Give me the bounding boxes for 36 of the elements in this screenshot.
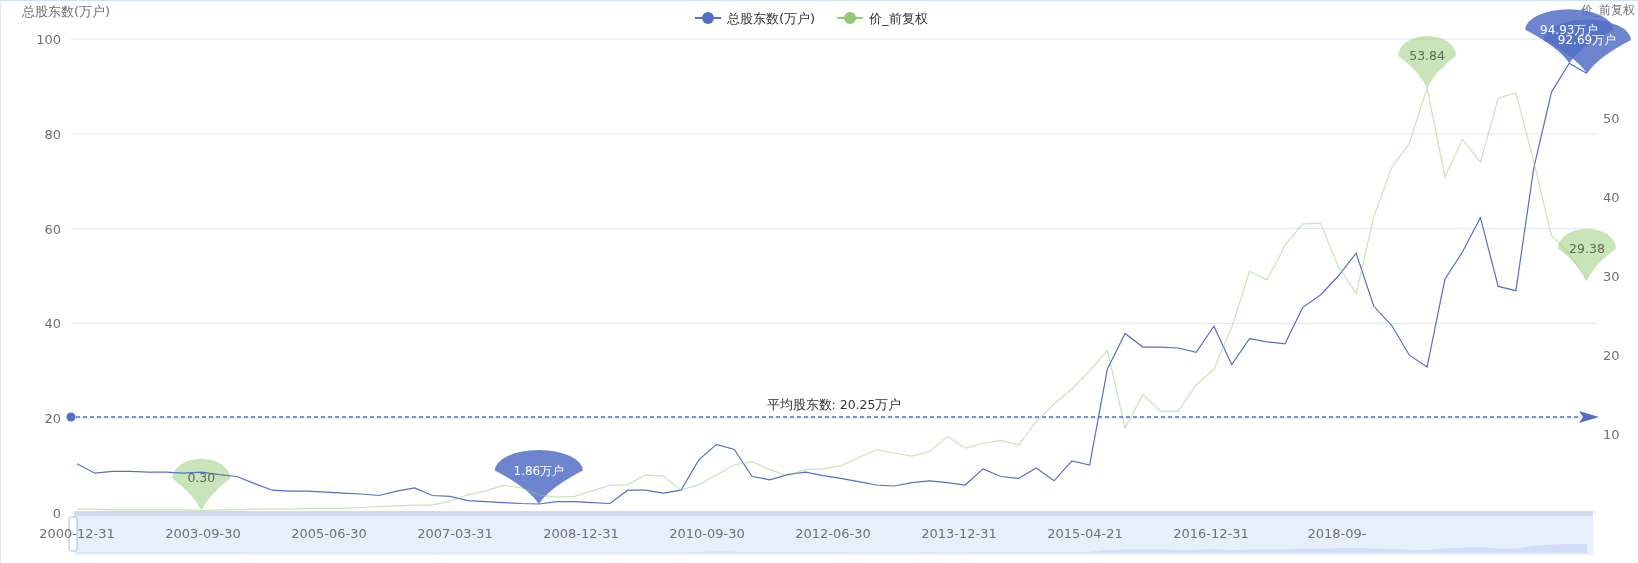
- axis-tick-label: 80: [44, 126, 61, 142]
- legend-line-icon[interactable]: [836, 12, 864, 24]
- axis-tick-label: 20: [44, 411, 61, 427]
- axis-tick-label: 2008-12-31: [543, 526, 619, 541]
- pin-marker: [1398, 36, 1457, 88]
- axis-tick-label: 2015-04-21: [1047, 526, 1123, 541]
- axis-tick-label: 2003-09-30: [165, 526, 241, 541]
- axis-tick-label: 30: [1603, 269, 1620, 284]
- axis-tick-label: 0: [52, 506, 61, 521]
- legend-label[interactable]: 价_前复权: [869, 11, 928, 26]
- axis-tick-label: 2018-09-: [1307, 526, 1367, 541]
- axis-tick-label: 100: [36, 32, 61, 47]
- axis-tick-label: 10: [1603, 427, 1620, 442]
- axis-tick-label: 2000-12-31: [39, 526, 115, 541]
- axis-tick-label: 60: [44, 221, 61, 237]
- axis-tick-label: 2007-03-31: [417, 526, 493, 541]
- line-end-symbol: [1579, 411, 1599, 423]
- axis-tick-label: 50: [1603, 111, 1620, 126]
- average-label: 平均股东数: 20.25万户: [766, 397, 902, 412]
- legend-line-icon[interactable]: [694, 12, 722, 24]
- axis-tick-label: 40: [1603, 190, 1620, 205]
- legend-label[interactable]: 总股东数(万户): [727, 11, 816, 26]
- marker-label: 29.38: [1569, 240, 1605, 256]
- axis-tick-label: 2013-12-31: [921, 526, 997, 541]
- axis-tick-label: 2005-06-30: [291, 526, 367, 541]
- axis-tick-label: 20: [1603, 348, 1620, 363]
- pin-marker: [172, 458, 231, 511]
- axis-title: 总股东数(万户): [22, 4, 111, 19]
- axis-tick-label: 2012-06-30: [795, 526, 871, 541]
- axis-tick-label: 2016-12-31: [1173, 526, 1249, 541]
- marker-label: 1.86万户: [513, 463, 565, 478]
- marker-label: 0.30: [187, 470, 216, 486]
- axis-tick-label: 40: [44, 316, 61, 332]
- line-start-symbol: [66, 412, 76, 422]
- axis-tick-label: 2010-09-30: [669, 526, 745, 541]
- marker-label: 53.84: [1409, 47, 1445, 63]
